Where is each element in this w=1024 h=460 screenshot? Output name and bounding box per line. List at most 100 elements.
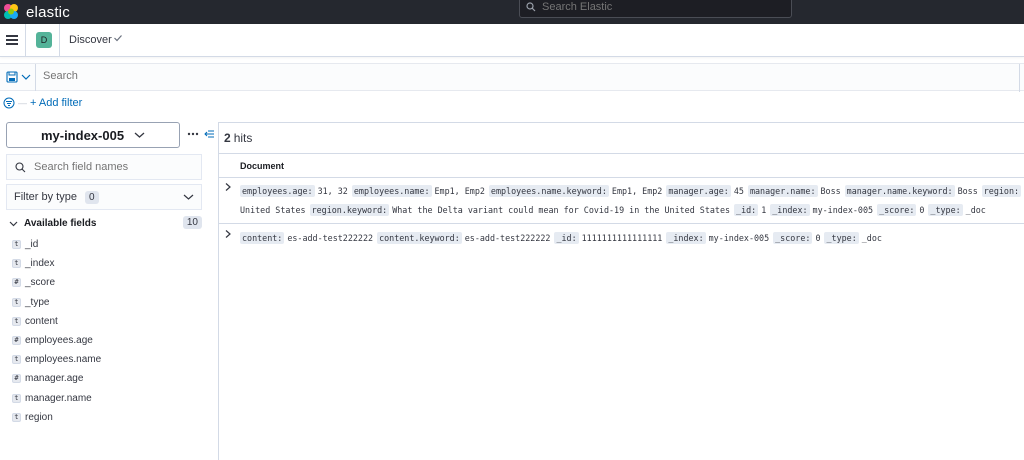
field-search-input[interactable] [34,161,194,173]
field-value: my-index-005 [812,205,874,215]
global-search-input[interactable] [542,1,772,13]
string-type-icon: t [12,412,21,422]
string-type-icon: t [12,259,21,269]
string-type-icon: t [12,240,21,250]
table-row: content: es-add-test222222 content.keyword… [219,229,1024,252]
global-search-box[interactable] [519,0,792,18]
chevron-down-icon [9,221,18,226]
field-value: Emp1, Emp2 [434,186,485,196]
field-name: employees.name [25,354,102,366]
hits-count: 2 [224,131,231,145]
index-pattern-name: my-index-005 [40,127,125,143]
field-key: _id: [734,204,759,216]
query-bar [0,63,1024,92]
space-avatar[interactable]: D [36,32,52,48]
expand-row-icon[interactable] [224,229,232,239]
filter-by-type-label: Filter by type [14,191,77,203]
field-item[interactable]: # manager.age [12,369,202,388]
field-key: content: [240,232,285,244]
field-item[interactable]: t region [12,408,202,427]
field-value: What the Delta variant could mean for Co… [392,205,731,215]
field-key: employees.age: [240,185,315,197]
divider [25,24,26,57]
field-item[interactable]: # employees.age [12,331,202,350]
field-name: _score [25,277,56,289]
chevron-down-icon [183,194,194,200]
document-summary: employees.age: 31, 32 employees.name: Emp1,… [240,182,1024,220]
expand-row-icon[interactable] [224,182,232,192]
filter-by-type-button[interactable]: Filter by type 0 [6,184,202,210]
field-key: _id: [554,232,579,244]
field-item[interactable]: t employees.name [12,350,202,369]
field-item[interactable]: t content [12,312,202,331]
field-item[interactable]: t manager.name [12,389,202,408]
field-value: Boss [820,186,841,196]
hits-label: hits [233,131,253,145]
string-type-icon: t [12,355,21,365]
field-key: _index: [666,232,706,244]
filter-count-badge: 0 [84,190,99,204]
search-icon [15,161,26,172]
field-name: employees.age [25,335,93,347]
field-value: _doc [861,233,882,243]
add-filter-button[interactable]: + Add filter [30,97,82,109]
field-key: employees.name.keyword: [488,185,609,197]
breadcrumb-discover[interactable]: Discover [69,34,112,46]
field-item[interactable]: # _score [12,273,202,292]
filter-bar: — + Add filter [3,96,82,110]
field-key: _type: [928,204,963,216]
number-type-icon: # [12,336,21,346]
field-name: _type [25,296,50,308]
search-icon [526,2,536,12]
string-type-icon: t [12,297,21,307]
elastic-cluster-icon [4,4,18,19]
field-value: 1 [761,205,767,215]
string-type-icon: t [12,316,21,326]
field-item[interactable]: t _index [12,254,202,273]
collapse-sidebar-icon[interactable] [204,129,215,139]
field-key: manager.name.keyword: [844,185,955,197]
field-list: t _id t _index # _score t _type t content # employe… [12,235,202,427]
document-summary: content: es-add-test222222 content.keyword… [240,229,1024,248]
menu-icon[interactable] [6,35,18,47]
divider [219,177,1024,178]
chevron-down-icon [21,74,31,80]
field-item[interactable]: t _type [12,293,202,312]
field-value: 45 [733,186,744,196]
logo-text: elastic [26,3,70,21]
field-value: 1111111111111111 [581,233,663,243]
save-icon [6,71,18,83]
field-value: es-add-test222222 [287,233,374,243]
field-key: region: [981,185,1022,197]
field-item[interactable]: t _id [12,235,202,254]
field-name: _index [25,258,55,270]
query-input[interactable] [43,70,1003,82]
query-bar-edge [1019,64,1024,92]
sidebar-divider [218,122,219,460]
number-type-icon: # [12,374,21,384]
saved-query-button[interactable] [6,71,31,83]
available-fields-count: 10 [182,216,202,229]
global-header: elastic [0,0,1024,24]
more-options-icon[interactable] [187,132,199,136]
document-column-header: Document [240,161,285,171]
elastic-logo[interactable]: elastic [2,0,70,24]
field-key: _index: [770,204,810,216]
divider [219,223,1024,224]
field-key: employees.name: [351,185,432,197]
field-name: _id [25,239,39,251]
field-search-box[interactable] [6,154,202,180]
field-name: region [25,411,53,423]
filter-options-icon[interactable] [3,97,15,109]
check-icon [114,35,122,42]
field-key: _type: [824,232,859,244]
field-name: manager.name [25,392,92,404]
field-key: region.keyword: [309,204,390,216]
available-fields-label: Available fields [24,217,97,229]
field-value: United States [240,205,306,215]
index-pattern-selector[interactable]: my-index-005 [6,122,180,148]
string-type-icon: t [12,393,21,403]
hits-counter: 2 hits [219,122,1024,154]
available-fields-toggle[interactable]: Available fields 10 [9,215,202,231]
document-line: employees.age: 31, 32 employees.name: Emp1,… [240,182,1024,201]
